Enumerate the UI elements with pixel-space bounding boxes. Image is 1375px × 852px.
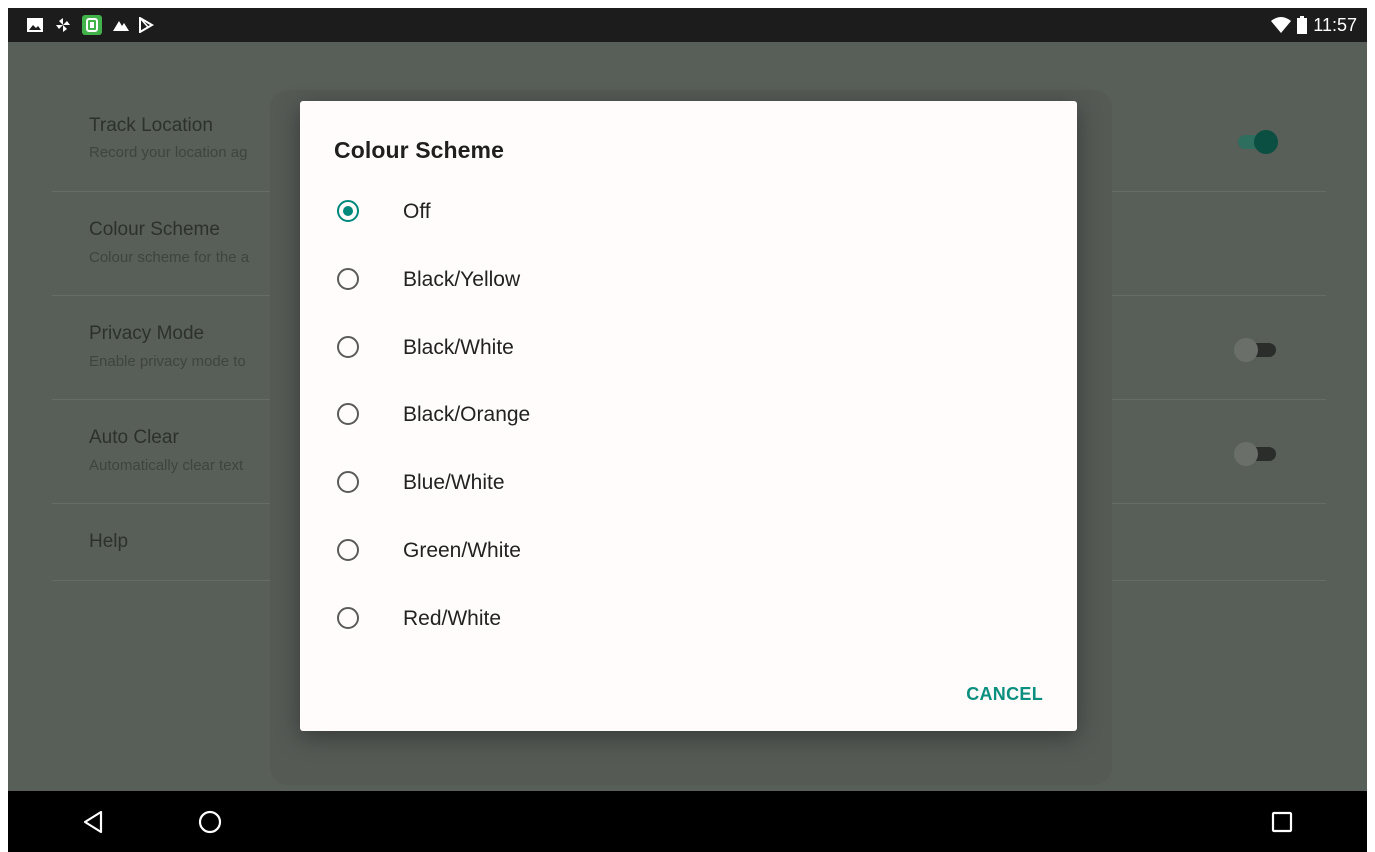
colour-scheme-dialog: Colour Scheme Off Black/Yellow Black/Whi… [300, 101, 1077, 731]
switch-thumb [1234, 338, 1258, 362]
option-label: Red/White [403, 607, 502, 630]
pref-title: Colour Scheme [89, 219, 220, 240]
status-time: 11:57 [1313, 14, 1357, 35]
pref-title: Auto Clear [89, 427, 179, 448]
play-store-icon [139, 17, 154, 33]
cancel-button[interactable]: CANCEL [966, 684, 1043, 705]
pref-title: Track Location [89, 115, 213, 136]
option-black-orange[interactable]: Black/Orange [330, 387, 1050, 443]
radio-dot [343, 206, 353, 216]
recents-icon[interactable] [1271, 811, 1293, 833]
pref-subtitle: Colour scheme for the a [89, 249, 250, 266]
dialog-title: Colour Scheme [334, 137, 505, 163]
battery-icon [1297, 16, 1308, 34]
navigation-bar [8, 791, 1367, 852]
option-black-yellow[interactable]: Black/Yellow [330, 252, 1050, 308]
radio-button[interactable] [337, 268, 359, 290]
device-screen: 11:57 Track Location Record your locatio… [8, 8, 1367, 852]
option-red-white[interactable]: Red/White [330, 591, 1050, 647]
option-blue-white[interactable]: Blue/White [330, 455, 1050, 511]
status-bar: 11:57 [8, 8, 1367, 42]
settings-screen: Track Location Record your location ag C… [8, 42, 1367, 791]
radio-button[interactable] [337, 403, 359, 425]
app-icon [82, 15, 102, 35]
radio-button[interactable] [337, 607, 359, 629]
option-green-white[interactable]: Green/White [330, 523, 1050, 579]
pref-title: Privacy Mode [89, 323, 205, 344]
option-label: Green/White [403, 539, 521, 562]
status-right: 11:57 [1271, 14, 1357, 36]
image-icon [27, 18, 43, 32]
pref-title: Help [89, 531, 129, 552]
radio-button-checked[interactable] [337, 200, 359, 222]
pref-subtitle: Record your location ag [89, 144, 248, 161]
switch-thumb [1234, 442, 1258, 466]
option-label: Black/White [403, 336, 514, 359]
radio-button[interactable] [337, 336, 359, 358]
option-off[interactable]: Off [330, 184, 1050, 240]
option-label: Blue/White [403, 471, 505, 494]
pinwheel-icon [56, 18, 70, 32]
radio-button[interactable] [337, 539, 359, 561]
option-label: Off [403, 200, 431, 223]
back-icon[interactable] [81, 809, 107, 835]
option-label: Black/Yellow [403, 268, 521, 291]
pref-subtitle: Automatically clear text [89, 457, 244, 474]
option-black-white[interactable]: Black/White [330, 320, 1050, 376]
pref-subtitle: Enable privacy mode to [89, 353, 246, 370]
option-label: Black/Orange [403, 403, 531, 426]
wifi-icon [1271, 17, 1292, 33]
mountain-icon [113, 21, 129, 31]
home-icon[interactable] [197, 809, 223, 835]
switch-thumb [1254, 130, 1278, 154]
radio-button[interactable] [337, 471, 359, 493]
